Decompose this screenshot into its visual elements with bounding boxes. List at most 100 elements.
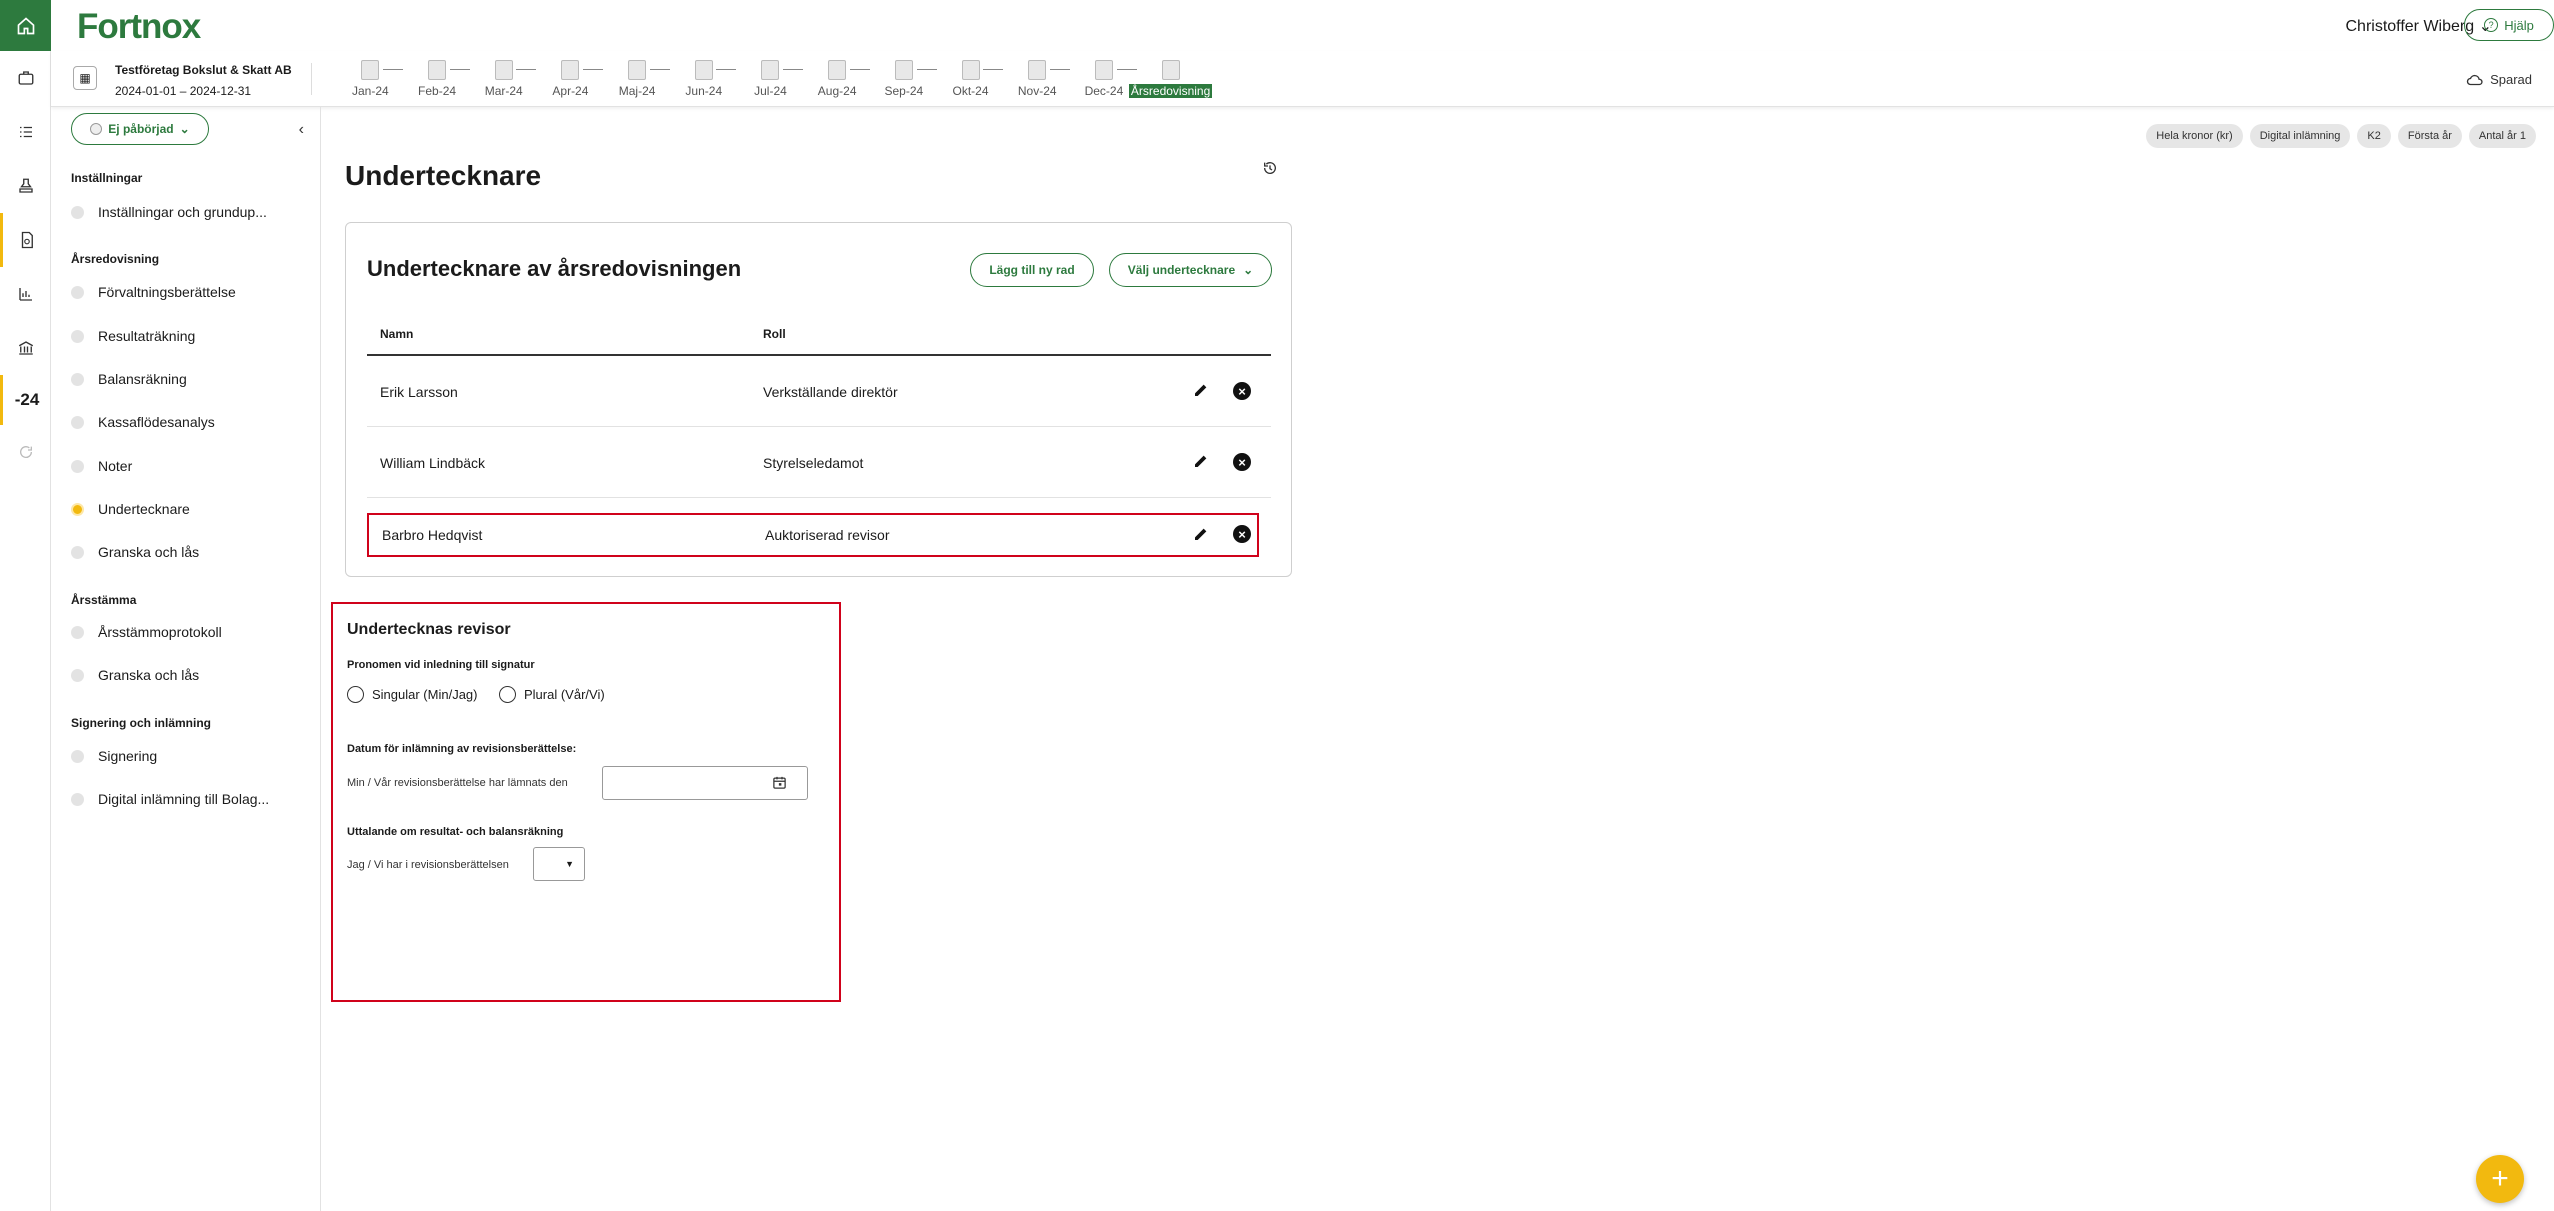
- month-label: Feb-24: [418, 84, 457, 98]
- status-dot: [71, 668, 84, 682]
- setting-chip[interactable]: K2: [2357, 124, 2391, 148]
- help-button[interactable]: ? Hjälp: [2464, 9, 2554, 41]
- edit-icon[interactable]: [1193, 453, 1209, 469]
- month-status-icon: [894, 60, 913, 80]
- setting-chip[interactable]: Digital inlämning: [2249, 124, 2351, 148]
- sidebar-item-label: Balansräkning: [98, 371, 187, 387]
- stamp-icon[interactable]: [0, 159, 51, 213]
- radio-circle[interactable]: [347, 686, 364, 703]
- setting-chip[interactable]: Hela kronor (kr): [2146, 124, 2243, 148]
- sidebar-item-label: Signering: [98, 748, 158, 764]
- radio-singular-label: Singular (Min/Jag): [372, 687, 478, 702]
- add-fab-button[interactable]: +: [2476, 1155, 2524, 1203]
- refresh-icon[interactable]: [0, 425, 51, 479]
- year-button[interactable]: -24: [0, 375, 51, 425]
- document-icon[interactable]: [0, 213, 51, 267]
- month-step[interactable]: Maj-24: [604, 60, 671, 98]
- sidebar-item-resultatrakning[interactable]: Resultaträkning: [71, 328, 195, 344]
- month-step[interactable]: Jan-24: [337, 60, 404, 98]
- choose-signers-button[interactable]: Välj undertecknare ⌄: [1109, 253, 1272, 287]
- sidebar-item-label: Undertecknare: [98, 501, 190, 517]
- month-step[interactable]: Jul-24: [737, 60, 804, 98]
- status-dot: [71, 625, 84, 639]
- connector: [783, 69, 804, 70]
- status-circle-icon: [90, 123, 103, 135]
- sidebar-item-kassaflodesanalys[interactable]: Kassaflödesanalys: [71, 414, 215, 430]
- month-label: Aug-24: [817, 84, 857, 98]
- month-step[interactable]: Mar-24: [470, 60, 537, 98]
- status-dot: [71, 285, 84, 299]
- status-dot: [71, 415, 84, 429]
- month-label: Mar-24: [484, 84, 523, 98]
- page-title: Undertecknare: [345, 160, 542, 191]
- table-row: Erik Larsson Verkställande direktör ×: [367, 357, 1271, 427]
- month-label: Årsredovisning: [1128, 84, 1213, 98]
- month-label: Nov-24: [1017, 84, 1057, 98]
- sidebar-item-granska-2[interactable]: Granska och lås: [71, 667, 199, 683]
- calculator-icon[interactable]: ▦: [73, 66, 97, 90]
- date-input[interactable]: [602, 766, 808, 800]
- bank-icon[interactable]: [0, 321, 51, 375]
- status-dot: [71, 545, 84, 559]
- calendar-icon[interactable]: [772, 775, 787, 793]
- month-step[interactable]: Sep-24: [871, 60, 938, 98]
- edit-icon[interactable]: [1193, 526, 1209, 542]
- month-step[interactable]: Apr-24: [537, 60, 604, 98]
- date-label: Datum för inlämning av revisionsberättel…: [347, 743, 577, 755]
- saved-status: Sparad: [2466, 72, 2532, 87]
- month-step[interactable]: Dec-24: [1071, 60, 1138, 98]
- sidebar-item-digital-inlamning[interactable]: Digital inlämning till Bolag...: [71, 791, 269, 807]
- sidebar-item-label: Inställningar och grundup...: [98, 204, 267, 220]
- signer-name: William Lindbäck: [380, 455, 486, 471]
- sidebar-item-label: Noter: [98, 458, 133, 474]
- connector: [716, 69, 737, 70]
- sidebar-item-installningar[interactable]: Inställningar och grundup...: [71, 204, 267, 220]
- setting-chip[interactable]: Antal år 1: [2468, 124, 2536, 148]
- month-step[interactable]: Nov-24: [1004, 60, 1071, 98]
- column-header-role: Roll: [763, 327, 786, 341]
- history-icon[interactable]: [1262, 160, 1278, 181]
- month-step[interactable]: Feb-24: [404, 60, 471, 98]
- add-row-button[interactable]: Lägg till ny rad: [970, 253, 1094, 287]
- status-dot: [71, 205, 84, 219]
- status-dropdown[interactable]: Ej påbörjad ⌄: [71, 113, 209, 145]
- sidebar-item-balansrakning[interactable]: Balansräkning: [71, 371, 187, 387]
- radio-circle[interactable]: [499, 686, 516, 703]
- sidebar-item-undertecknare[interactable]: Undertecknare: [71, 501, 190, 517]
- radio-singular[interactable]: Singular (Min/Jag): [347, 686, 478, 703]
- month-status-icon: [494, 60, 513, 80]
- home-icon[interactable]: [0, 0, 51, 51]
- setting-chip[interactable]: Första år: [2397, 124, 2462, 148]
- statement-select[interactable]: ▼: [533, 847, 585, 881]
- sidebar-item-label: Granska och lås: [98, 544, 200, 560]
- sidebar-item-label: Årsstämmoprotokoll: [98, 624, 222, 640]
- month-label: Okt-24: [952, 84, 989, 98]
- radio-plural[interactable]: Plural (Vår/Vi): [499, 686, 605, 703]
- month-step[interactable]: Aug-24: [804, 60, 871, 98]
- sidebar-item-forvaltningsberattelse[interactable]: Förvaltningsberättelse: [71, 284, 236, 300]
- edit-icon[interactable]: [1193, 382, 1209, 398]
- collapse-sidebar-icon[interactable]: ‹: [299, 121, 304, 139]
- month-step[interactable]: Okt-24: [937, 60, 1004, 98]
- month-label: Sep-24: [884, 84, 924, 98]
- month-step[interactable]: Jun-24: [670, 60, 737, 98]
- month-status-icon: [361, 60, 380, 80]
- month-step[interactable]: Årsredovisning: [1128, 60, 1213, 98]
- delete-icon[interactable]: ×: [1233, 382, 1251, 400]
- delete-icon[interactable]: ×: [1233, 453, 1251, 471]
- sidebar-item-granska[interactable]: Granska och lås: [71, 544, 199, 560]
- sidebar-item-label: Resultaträkning: [98, 328, 196, 344]
- month-label: Jul-24: [754, 84, 787, 98]
- chart-icon[interactable]: [0, 267, 51, 321]
- sidebar-item-arsstammoprotokoll[interactable]: Årsstämmoprotokoll: [71, 624, 222, 640]
- status-label: Ej påbörjad: [108, 122, 174, 136]
- sidebar-item-signering[interactable]: Signering: [71, 748, 157, 764]
- fortnox-logo[interactable]: Fortnox: [77, 7, 201, 47]
- briefcase-icon[interactable]: [0, 51, 51, 105]
- checklist-icon[interactable]: [0, 105, 51, 159]
- sidebar-item-noter[interactable]: Noter: [71, 458, 132, 474]
- delete-icon[interactable]: ×: [1233, 525, 1251, 543]
- connector: [649, 69, 670, 70]
- connector: [1116, 69, 1137, 70]
- signers-card: Undertecknare av årsredovisningen Lägg t…: [345, 222, 1292, 577]
